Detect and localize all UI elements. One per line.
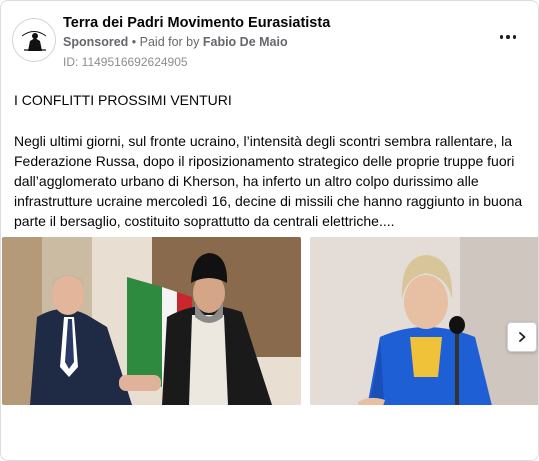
post-headline: I CONFLITTI PROSSIMI VENTURI [14,92,232,108]
page-logo [14,20,54,60]
more-options-button[interactable] [495,29,521,45]
sponsored-meta: Sponsored • Paid for by Fabio De Maio [63,35,288,49]
carousel-next-button[interactable] [507,322,537,352]
chevron-right-icon [519,332,526,342]
sponsored-label: Sponsored [63,35,129,49]
image-carousel [1,237,538,418]
page-name-link[interactable]: Terra dei Padri Movimento Eurasiatista [63,15,330,31]
meta-separator: • [128,35,140,49]
payer-link[interactable]: Fabio De Maio [203,35,288,49]
page-avatar[interactable] [12,18,56,62]
ad-id: ID: 1149516692624905 [63,55,188,69]
more-horizontal-icon [499,35,517,39]
ad-post-card: Terra dei Padri Movimento Eurasiatista S… [0,0,539,461]
paid-for-label: Paid for by [139,35,203,49]
carousel-image-2[interactable] [310,237,538,405]
carousel-image-1[interactable] [2,237,301,405]
post-body-text: Negli ultimi giorni, sul fronte ucraino,… [14,133,523,229]
